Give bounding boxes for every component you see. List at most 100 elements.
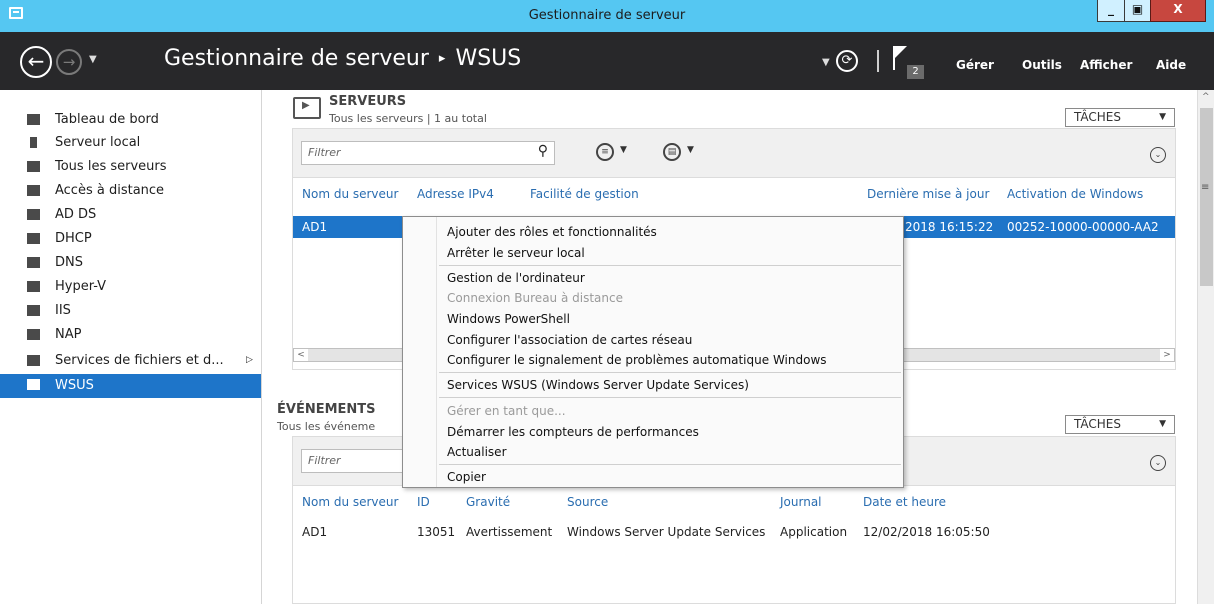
menu-help[interactable]: Aide [1156,58,1186,72]
scroll-up-icon[interactable]: ^ [1202,92,1210,102]
notifications-flag-icon[interactable] [893,46,907,70]
grip-icon: ≡ [1201,182,1210,193]
sidebar-item-label: Tableau de bord [55,112,159,127]
forward-button[interactable]: → [56,49,82,75]
vertical-scrollbar[interactable]: ^ ≡ [1197,90,1214,604]
column-source[interactable]: Source [567,495,608,509]
expand-icon[interactable]: ⌄ [1150,147,1166,163]
sidebar-item-dns[interactable]: DNS [0,252,261,274]
expand-icon[interactable]: ⌄ [1150,455,1166,471]
scroll-thumb[interactable] [1200,108,1213,286]
server-icon [30,137,37,148]
chevron-down-icon: ▼ [1159,419,1166,429]
menu-view[interactable]: Afficher [1080,58,1132,72]
nap-icon [27,329,40,340]
column-id[interactable]: ID [417,495,430,509]
chevron-down-icon: ▼ [1159,112,1166,122]
cell-source: Windows Server Update Services [567,525,766,539]
cell-date-time: 12/02/2018 16:05:50 [863,525,990,539]
column-activation[interactable]: Activation de Windows [1007,187,1143,201]
menu-item-nic-teaming[interactable]: Configurer l'association de cartes résea… [447,333,692,347]
sidebar-item-label: Services de fichiers et d... [55,353,224,368]
sidebar-item-wsus[interactable]: WSUS [0,374,261,398]
breadcrumb-separator-icon: ▸ [438,51,446,66]
menu-separator [439,372,901,373]
sidebar-item-local-server[interactable]: Serveur local [0,132,261,154]
sidebar-item-dashboard[interactable]: Tableau de bord [0,109,261,131]
save-query-icon[interactable]: ▤ [663,143,681,161]
column-manageability[interactable]: Facilité de gestion [530,187,639,201]
search-icon[interactable]: ⚲ [538,143,548,159]
chevron-down-icon[interactable]: ▼ [687,145,694,155]
chevron-down-icon[interactable]: ▼ [620,145,627,155]
sidebar-item-label: AD DS [55,207,97,222]
tasks-label: TÂCHES [1074,417,1121,431]
sidebar-item-file-services[interactable]: Services de fichiers et d... ▷ [0,350,261,372]
sidebar-item-label: IIS [55,303,71,318]
sidebar-item-hyper-v[interactable]: Hyper-V [0,276,261,298]
servers-title: SERVEURS [329,94,407,109]
sidebar-item-label: Accès à distance [55,183,165,198]
back-button[interactable]: ← [20,46,52,78]
expand-arrow-icon[interactable]: ▷ [246,355,253,365]
scroll-left-icon[interactable]: < [294,349,308,361]
menu-tools[interactable]: Outils [1022,58,1062,72]
sidebar-item-iis[interactable]: IIS [0,300,261,322]
sidebar-item-nap[interactable]: NAP [0,324,261,346]
menu-item-refresh[interactable]: Actualiser [447,445,507,459]
menu-item-copy[interactable]: Copier [447,470,486,484]
scroll-right-icon[interactable]: > [1160,349,1174,361]
column-server-name[interactable]: Nom du serveur [302,495,398,509]
column-last-update[interactable]: Dernière mise à jour [867,187,989,201]
menu-item-wsus-services[interactable]: Services WSUS (Windows Server Update Ser… [447,378,749,392]
list-options-icon[interactable]: ≡ [596,143,614,161]
minimize-button[interactable]: _ [1097,0,1125,22]
ad-ds-icon [27,209,40,220]
filter-placeholder: Filtrer [308,146,341,159]
menu-item-error-reporting[interactable]: Configurer le signalement de problèmes a… [447,353,827,367]
sidebar-item-all-servers[interactable]: Tous les serveurs [0,156,261,178]
menu-separator [439,265,901,266]
column-server-name[interactable]: Nom du serveur [302,187,398,201]
sidebar-item-label: DHCP [55,231,92,246]
sidebar-item-label: NAP [55,327,82,342]
menu-item-powershell[interactable]: Windows PowerShell [447,312,570,326]
column-ipv4[interactable]: Adresse IPv4 [417,187,494,201]
menu-item-performance-counters[interactable]: Démarrer les compteurs de performances [447,425,699,439]
refresh-dropdown-icon[interactable]: ▼ [822,57,830,68]
column-date-time[interactable]: Date et heure [863,495,946,509]
events-table: Nom du serveur ID Gravité Source Journal… [292,486,1176,604]
menu-item-shutdown[interactable]: Arrêter le serveur local [447,246,585,260]
menu-item-remote-desktop: Connexion Bureau à distance [447,291,623,305]
menu-manage[interactable]: Gérer [956,58,994,72]
sidebar-item-ad-ds[interactable]: AD DS [0,204,261,226]
sidebar-item-dhcp[interactable]: DHCP [0,228,261,250]
title-bar: Gestionnaire de serveur _ ▣ X [0,0,1214,32]
sidebar-item-label: Serveur local [55,135,141,150]
maximize-button[interactable]: ▣ [1124,0,1151,22]
column-log[interactable]: Journal [780,495,822,509]
events-subtitle: Tous les événeme [277,420,376,433]
tasks-label: TÂCHES [1074,110,1121,124]
menu-item-computer-management[interactable]: Gestion de l'ordinateur [447,271,585,285]
servers-filter-input[interactable]: Filtrer ⚲ [301,141,555,165]
column-severity[interactable]: Gravité [466,495,510,509]
servers-icon [27,161,40,172]
dns-icon [27,257,40,268]
menu-item-add-roles[interactable]: Ajouter des rôles et fonctionnalités [447,225,657,239]
history-dropdown-icon[interactable]: ▼ [89,54,97,65]
servers-tasks-button[interactable]: TÂCHES ▼ [1065,108,1175,127]
notification-count-badge: 2 [907,65,924,79]
events-title: ÉVÉNEMENTS [277,402,376,417]
iis-icon [27,305,40,316]
refresh-icon[interactable]: ⟳ [836,50,858,72]
wsus-icon [27,379,40,390]
sidebar-item-remote-access[interactable]: Accès à distance [0,180,261,202]
sidebar-item-label: WSUS [55,378,94,393]
breadcrumb-root[interactable]: Gestionnaire de serveur [164,46,429,71]
app-header: ← → ▼ Gestionnaire de serveur ▸ WSUS ▼ ⟳ 2… [0,32,1214,90]
dhcp-icon [27,233,40,244]
close-button[interactable]: X [1150,0,1206,22]
sidebar-item-label: DNS [55,255,83,270]
events-tasks-button[interactable]: TÂCHES ▼ [1065,415,1175,434]
